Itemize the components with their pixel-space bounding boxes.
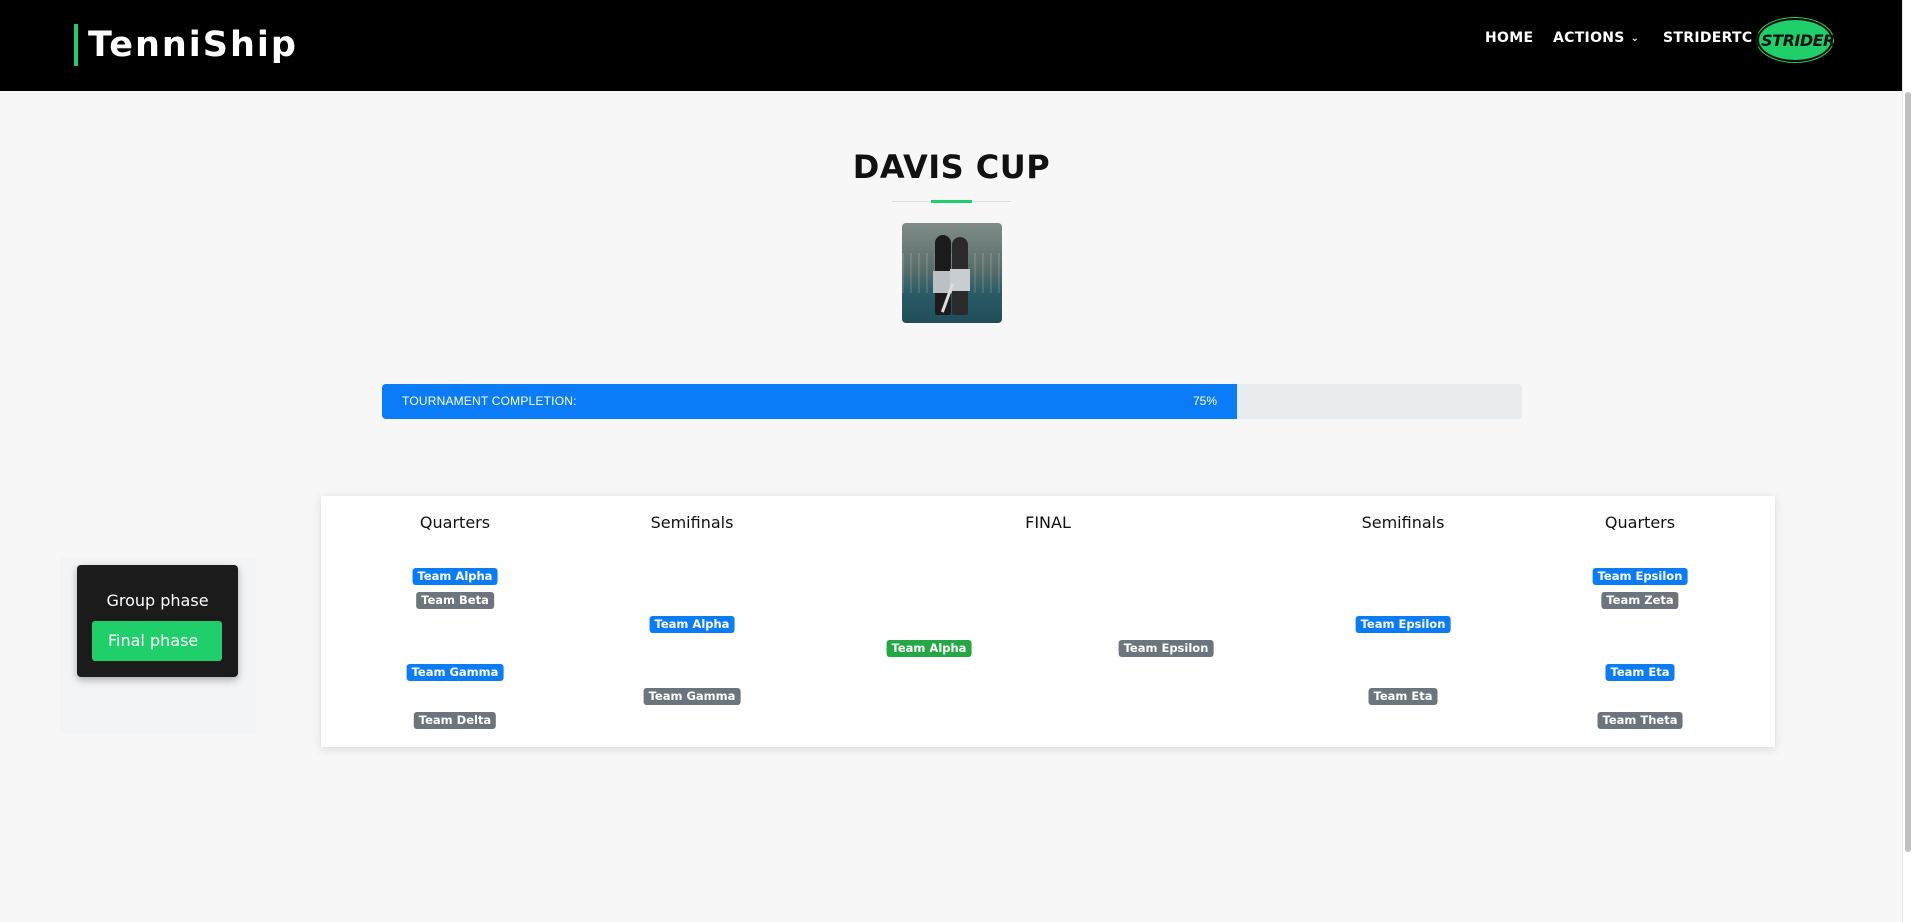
tennis-ball-icon — [1755, 32, 1760, 48]
team-badge[interactable]: Team Eta — [1368, 688, 1438, 705]
nav-actions-label: ACTIONS — [1553, 30, 1625, 46]
brand-logo[interactable]: TenniShip — [74, 24, 298, 66]
round-title-final: FINAL — [1025, 513, 1071, 532]
scrollbar[interactable] — [1902, 0, 1913, 922]
progress-percent: 75% — [1193, 394, 1218, 408]
team-badge[interactable]: Team Beta — [416, 592, 494, 609]
nav-home-link[interactable]: HOME — [1485, 30, 1533, 46]
final-phase-button[interactable]: Final phase — [92, 621, 222, 661]
group-phase-button[interactable]: Group phase — [77, 591, 238, 610]
team-badge[interactable]: Team Alpha — [886, 640, 972, 657]
team-badge[interactable]: Team Alpha — [412, 568, 498, 585]
page-title: DAVIS CUP — [852, 148, 1051, 186]
avatar[interactable]: STRIDER — [1755, 18, 1835, 62]
round-title-right-quarters: Quarters — [1604, 513, 1676, 532]
team-badge[interactable]: Team Gamma — [643, 688, 741, 705]
team-badge[interactable]: Team Epsilon — [1592, 568, 1688, 585]
team-badge[interactable]: Team Zeta — [1601, 592, 1679, 609]
phase-selector: Group phase Final phase — [77, 565, 238, 677]
scrollbar-thumb[interactable] — [1905, 92, 1911, 852]
team-badge[interactable]: Team Alpha — [649, 616, 735, 633]
team-badge[interactable]: Team Theta — [1597, 712, 1683, 729]
chevron-down-icon: ⌄ — [1630, 33, 1640, 44]
team-badge[interactable]: Team Epsilon — [1118, 640, 1214, 657]
tournament-image — [902, 223, 1002, 323]
nav-user-link[interactable]: STRIDERTC — [1663, 30, 1752, 46]
team-badge[interactable]: Team Epsilon — [1355, 616, 1451, 633]
progress-label: TOURNAMENT COMPLETION: — [402, 394, 577, 408]
tournament-progress-bar: TOURNAMENT COMPLETION: 75% — [382, 384, 1522, 419]
navbar: TenniShip HOME ACTIONS ⌄ STRIDERTC STRIDE… — [0, 0, 1903, 91]
nav-actions-dropdown[interactable]: ACTIONS ⌄ — [1553, 30, 1639, 46]
team-badge[interactable]: Team Delta — [413, 712, 497, 729]
round-title-left-semis: Semifinals — [650, 513, 734, 532]
bracket-card: Quarters Semifinals FINAL Semifinals Qua… — [321, 496, 1775, 747]
team-badge[interactable]: Team Gamma — [406, 664, 504, 681]
round-title-right-semis: Semifinals — [1361, 513, 1445, 532]
round-title-left-quarters: Quarters — [419, 513, 491, 532]
title-accent — [931, 200, 972, 203]
team-badge[interactable]: Team Eta — [1605, 664, 1675, 681]
avatar-text: STRIDER — [1761, 30, 1835, 50]
